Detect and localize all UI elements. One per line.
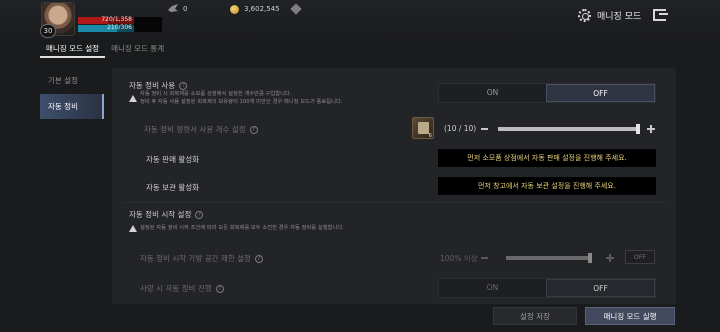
tab-managing-settings[interactable]: 매니징 모드 설정 (40, 42, 106, 58)
scroll-item-count: 6 (428, 133, 433, 139)
start-condition-title-text: 자동 정비 시작 설정 (129, 210, 192, 219)
tab-bar: 매니징 모드 설정 매니징 모드 통계 (40, 42, 170, 58)
gem-currency[interactable] (290, 3, 302, 15)
info-icon[interactable]: ? (195, 211, 204, 219)
info-icon[interactable]: ? (254, 255, 263, 263)
warning-icon (129, 225, 137, 232)
auto-sell-message[interactable]: 먼저 소모품 상점에서 자동 판매 설정을 진행해 주세요. (438, 149, 656, 167)
scroll-count-slider-fill (498, 127, 638, 131)
scroll-count-plus-button[interactable] (647, 125, 655, 133)
mp-text: 210/306 (107, 24, 132, 31)
bag-limit-minus-button[interactable] (481, 257, 488, 259)
auto-supply-note-line1: 자동 정비 시 회복제를 소모품 상점에서 설정한 개수만큼 구입합니다. (140, 91, 292, 97)
warning-icon (129, 95, 137, 102)
info-icon[interactable]: ? (215, 285, 224, 293)
gear-icon (578, 8, 591, 22)
auto-supply-on-option[interactable]: ON (439, 84, 546, 102)
gem-icon[interactable] (290, 3, 302, 15)
run-managing-mode-button[interactable]: 매니징 모드 실행 (585, 307, 675, 325)
bag-limit-label-text: 자동 정비 시작 가방 공간 제한 설정 (140, 254, 251, 263)
on-death-label-text: 사망 시 자동 정비 진행 (140, 284, 212, 293)
auto-sell-label: 자동 판매 활성화 (146, 155, 200, 164)
scroll-count-slider[interactable] (498, 127, 638, 131)
mp-bar: 210/306 (78, 24, 134, 32)
on-death-toggle[interactable]: ON OFF (438, 278, 656, 298)
scroll-count-minus-button[interactable] (481, 128, 488, 130)
save-settings-button[interactable]: 설정 저장 (493, 307, 577, 325)
start-condition-title: 자동 정비 시작 설정? (129, 209, 204, 220)
auto-supply-title-text: 자동 정비 사용 (129, 81, 176, 90)
auto-supply-note-line2: 정비 후 자동 사용 설정된 회복제의 보유량이 100개 미만인 경우 매니징… (140, 99, 343, 105)
gold-currency: 3,602,545 (230, 3, 280, 15)
on-death-label: 사망 시 자동 정비 진행? (140, 283, 224, 294)
scroll-count-slider-handle[interactable] (636, 124, 640, 134)
top-bar: 30 720/1,358 210/306 0 3,602,545 매니징 모드 (0, 0, 720, 40)
on-death-off-option[interactable]: OFF (546, 279, 655, 297)
gold-coin-icon (230, 4, 239, 14)
tab-managing-stats[interactable]: 매니징 모드 통계 (105, 42, 170, 58)
bag-limit-slider-handle[interactable] (588, 253, 592, 263)
sidebar-item-basic-settings[interactable]: 기본 설정 (40, 68, 104, 93)
level-badge: 30 (40, 24, 56, 38)
status-panel-bg (134, 17, 162, 32)
bag-limit-label: 자동 정비 시작 가방 공간 제한 설정? (140, 253, 263, 264)
sidebar: 기본 설정 자동 정비 (40, 68, 104, 120)
scroll-count-label: 자동 정비 명령서 사용 개수 설정? (144, 124, 258, 135)
auto-storage-message[interactable]: 먼저 창고에서 자동 보관 설정을 진행해 주세요. (438, 177, 656, 195)
start-condition-note: 설정된 자동 정비 시작 조건에 따라 모든 회복제를 모두 소진한 경우 자동… (140, 225, 344, 231)
supply-scroll-item-icon[interactable]: 6 (412, 117, 434, 139)
hp-bar: 720/1,358 (78, 16, 134, 24)
scroll-count-value: (10 / 10) (444, 124, 477, 133)
wing-icon (168, 4, 178, 12)
bag-limit-value: 100% 이상 (440, 254, 478, 263)
hp-text: 720/1,358 (101, 16, 132, 23)
auto-supply-toggle[interactable]: ON OFF (438, 83, 656, 103)
gold-value: 3,602,545 (244, 5, 280, 13)
wing-currency: 0 (168, 3, 187, 15)
info-icon[interactable]: ? (179, 82, 188, 90)
wing-value: 0 (183, 5, 188, 13)
info-icon[interactable]: ? (249, 126, 258, 134)
exit-icon[interactable] (653, 9, 669, 21)
scroll-count-label-text: 자동 정비 명령서 사용 개수 설정 (144, 125, 246, 134)
bag-limit-off-button[interactable]: OFF (625, 250, 655, 264)
sidebar-item-auto-supply[interactable]: 자동 정비 (40, 94, 104, 119)
bag-limit-plus-button[interactable] (606, 254, 614, 262)
auto-supply-off-option[interactable]: OFF (546, 84, 655, 102)
bag-limit-slider-fill (506, 256, 590, 260)
on-death-on-option[interactable]: ON (439, 279, 546, 297)
managing-mode-button[interactable]: 매니징 모드 (578, 7, 669, 23)
managing-mode-label: 매니징 모드 (597, 11, 642, 22)
auto-storage-label: 자동 보관 활성화 (146, 183, 200, 192)
bag-limit-slider[interactable] (506, 256, 590, 260)
section-divider (123, 202, 667, 203)
